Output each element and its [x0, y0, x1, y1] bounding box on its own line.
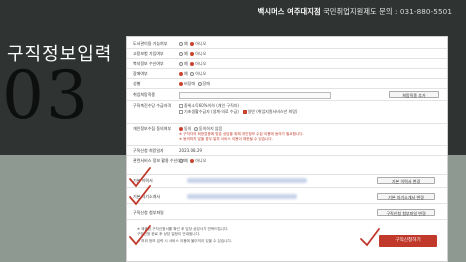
divider: [127, 68, 447, 69]
radio-label: 아니오: [195, 61, 207, 66]
add-jobtype-button[interactable]: 희망직종 추가: [389, 91, 439, 98]
checkbox[interactable]: [179, 104, 183, 108]
row-label: 고용보험 가입여부: [133, 51, 164, 56]
radio-label: 예: [184, 51, 188, 56]
radio-label: 아니오: [195, 51, 207, 56]
header-org: 백시머스 여주대지점: [257, 7, 321, 16]
radio-label: 아니오: [195, 71, 207, 76]
divider: [127, 145, 447, 146]
radio-label: 아니오: [195, 158, 207, 163]
row-options: 예 아니오: [179, 61, 206, 67]
check-mark-icon: [360, 228, 380, 247]
divider: [127, 78, 447, 79]
checkbox[interactable]: [242, 110, 247, 114]
radio-button[interactable]: [190, 72, 195, 76]
checkbox[interactable]: [179, 110, 183, 114]
radio-button[interactable]: [179, 159, 183, 163]
row-options: 예 아니오: [179, 51, 206, 57]
radio-button[interactable]: [179, 62, 183, 66]
row-label: 취업희망직종: [133, 92, 156, 97]
radio-label: 장애: [202, 81, 210, 86]
row-label: 도서관이용 가능여부: [133, 41, 168, 46]
check-mark-icon: [129, 185, 151, 206]
header-phone: 031-880-5501: [399, 7, 452, 16]
row-options: 비장애 장애: [179, 81, 210, 87]
header-inquiry: 국민취업지원제도 문의 :: [323, 7, 398, 16]
row-label: 개인정보수집 동의여부: [133, 126, 172, 131]
header-contact: 백시머스 여주대지점 국민취업지원제도 문의 : 031-880-5501: [258, 7, 452, 17]
divider: [127, 203, 447, 204]
radio-button[interactable]: [197, 82, 202, 86]
row-options: 예 아니오: [179, 158, 206, 164]
change-cover-button[interactable]: 기본 자기소개서 변경: [377, 193, 435, 200]
row-label: 장애여부: [133, 71, 148, 76]
radio-button[interactable]: [179, 52, 183, 56]
radio-button[interactable]: [179, 82, 183, 86]
jobseek-input[interactable]: [179, 92, 331, 99]
form-screenshot: 도서관이용 가능여부 예 아니오 고용보험 가입여부 예 아니오 복지정보 수신…: [126, 36, 448, 262]
row-label: 구직신청 희망일자: [133, 148, 164, 153]
submit-application-button[interactable]: 구직신청하기: [379, 235, 437, 247]
radio-label: 예: [184, 41, 188, 46]
row-options: 예 아니오: [179, 71, 206, 77]
row-label: 구직신청 첨부파일: [133, 210, 164, 215]
radio-label: 아니오: [195, 41, 207, 46]
divider: [127, 155, 447, 156]
radio-button[interactable]: [179, 72, 183, 76]
divider: [127, 123, 447, 124]
divider: [127, 48, 447, 49]
divider: [127, 100, 447, 101]
slide-number: 03: [2, 57, 90, 134]
date-value: 2023.08.29: [179, 148, 202, 153]
row-options: 예 아니오: [179, 41, 206, 47]
radio-button[interactable]: [193, 127, 198, 131]
redacted-resume: [187, 178, 307, 183]
priority-option: 기초생활수급자 (생계·의료 수급) 일반 (취업지원서비스만 희망): [179, 109, 297, 115]
change-resume-button[interactable]: 기본 이력서 변경: [377, 177, 435, 184]
divider: [127, 187, 447, 188]
radio-button[interactable]: [190, 42, 195, 46]
divider: [127, 174, 447, 175]
check-mark-icon: [129, 225, 151, 246]
checkbox-label: 중위소득60%이하 (개인 구직자): [184, 103, 240, 108]
radio-button[interactable]: [190, 62, 195, 66]
radio-label: 예: [184, 71, 188, 76]
row-label: 관련서비스 정보 활용 수신여부: [133, 158, 185, 163]
divider: [127, 219, 447, 220]
radio-label: 예: [184, 158, 188, 163]
radio-label: 비장애: [184, 81, 196, 86]
radio-button[interactable]: [179, 127, 183, 131]
radio-label: 동의하지 않음: [198, 126, 223, 131]
radio-button[interactable]: [190, 52, 195, 56]
row-label: 복지정보 수신여부: [133, 61, 164, 66]
divider: [127, 88, 447, 89]
consent-notice: ※ 동의하지 않을 경우 일부 서비스 이용이 제한될 수 있습니다.: [179, 137, 273, 141]
divider: [127, 58, 447, 59]
radio-button[interactable]: [179, 42, 183, 46]
row-label: 성별: [133, 81, 141, 86]
radio-label: 동의: [184, 126, 192, 131]
radio-button[interactable]: [190, 159, 195, 163]
row-label: 구직촉진수당 수급자격: [133, 103, 172, 108]
change-attachment-button[interactable]: 구직신청 첨부파일 변경: [377, 209, 435, 216]
checkbox-label: 기초생활수급자 (생계·의료 수급): [184, 109, 239, 114]
checkbox-label: 일반 (취업지원서비스만 희망): [247, 109, 298, 114]
redacted-cover: [187, 194, 297, 199]
radio-label: 예: [184, 61, 188, 66]
